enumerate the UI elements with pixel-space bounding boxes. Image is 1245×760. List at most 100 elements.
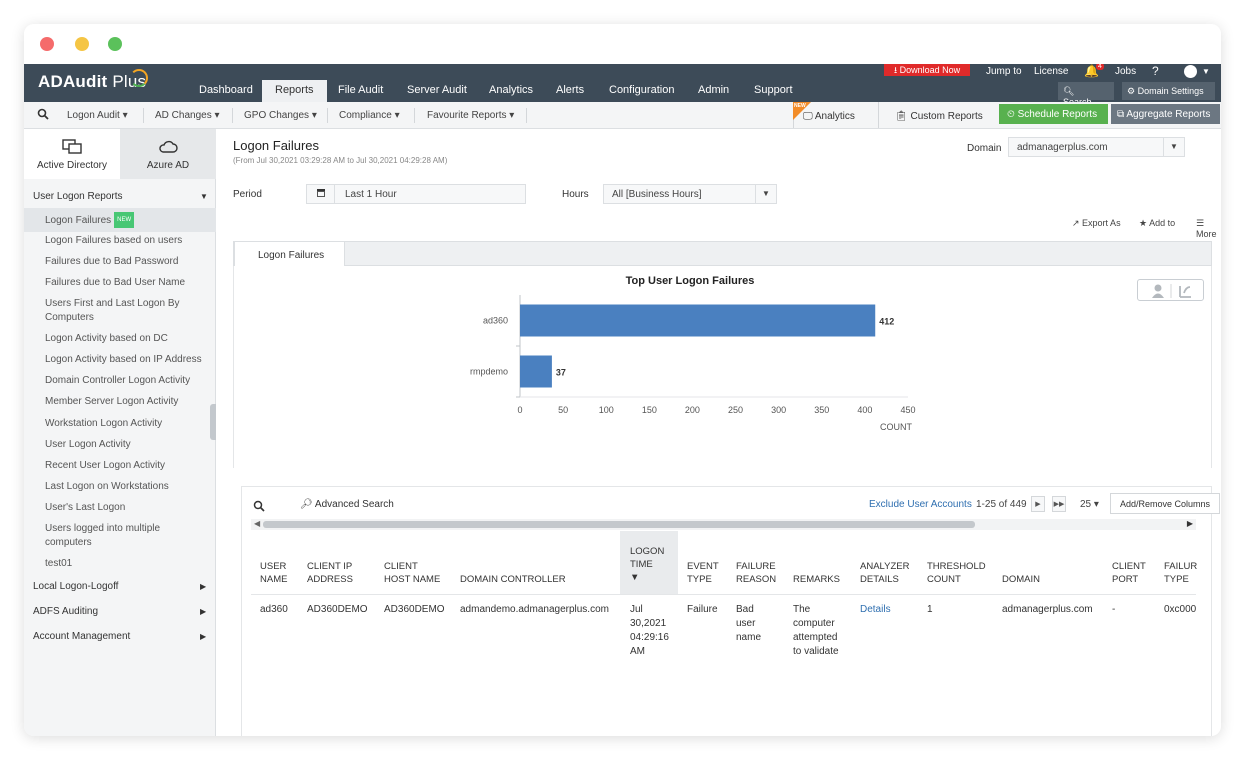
period-input[interactable]: Last 1 Hour [306,184,526,204]
submenu-favourite-reports[interactable]: Favourite Reports ▾ [427,110,514,121]
aggregate-reports-button[interactable]: ⧉ Aggregate Reports [1111,104,1220,124]
chart-x-tick-label: 100 [599,405,614,415]
help-icon[interactable]: ? [1152,64,1159,78]
col-client-port[interactable]: CLIENT PORT [1112,560,1146,586]
sidebar-item[interactable]: Logon Failures based on users [45,234,210,248]
chart-bar[interactable] [520,304,876,337]
sidebar-item-logon-failures[interactable]: Logon Failures NEW [24,208,216,232]
submenu-compliance[interactable]: Compliance ▾ [339,110,400,121]
scroll-thumb[interactable] [263,521,975,528]
col-domain-controller[interactable]: DOMAIN CONTROLLER [460,573,566,586]
domain-select[interactable]: admanagerplus.com ▼ [1008,137,1185,157]
nav-tab-dashboard[interactable]: Dashboard [199,84,253,96]
page-size-select[interactable]: 25 ▾ [1080,499,1099,510]
maximize-window-icon[interactable] [108,37,122,51]
scroll-left-icon[interactable]: ◀ [254,519,260,528]
tab-logon-failures[interactable]: Logon Failures [234,241,345,266]
col-failure-type[interactable]: FAILUR TYPE [1164,560,1197,586]
nav-tab-support[interactable]: Support [754,84,793,96]
col-user-name[interactable]: USER NAME [260,560,287,586]
exclude-user-accounts-link[interactable]: Exclude User Accounts [869,499,972,510]
jump-to-link[interactable]: Jump to [986,66,1022,77]
col-failure-reason[interactable]: FAILURE REASON [736,560,776,586]
col-threshold-count[interactable]: THRESHOLD COUNT [927,560,986,586]
calendar-icon[interactable] [307,185,335,203]
sidebar-item[interactable]: Last Logon on Workstations [45,480,210,494]
user-avatar-icon[interactable] [1184,65,1197,78]
search-icon[interactable] [37,108,49,120]
submenu-logon-audit[interactable]: Logon Audit ▾ [67,110,128,121]
hours-select[interactable]: All [Business Hours] ▼ [603,184,777,204]
nav-tab-alerts[interactable]: Alerts [556,84,584,96]
jobs-link[interactable]: Jobs [1115,66,1136,77]
sidebar-collapse-handle[interactable] [210,404,216,440]
tab-active-directory[interactable]: Active Directory [24,129,120,179]
col-domain[interactable]: DOMAIN [1002,573,1040,586]
export-as-button[interactable]: ↗ Export As [1072,218,1121,229]
scroll-right-icon[interactable]: ▶ [1187,519,1193,528]
sidebar-item[interactable]: test01 [45,557,210,571]
sidebar-item[interactable]: Logon Activity based on IP Address [45,353,210,367]
sidebar-item[interactable]: Recent User Logon Activity [45,459,210,473]
chevron-right-icon[interactable]: ▶ [200,607,206,616]
chevron-down-icon[interactable]: ▼ [1202,67,1210,76]
details-link[interactable]: Details [860,603,891,617]
sidebar-item[interactable]: User Logon Activity [45,438,210,452]
nav-tab-server-audit[interactable]: Server Audit [407,84,467,96]
tab-azure-ad[interactable]: Azure AD [120,129,216,179]
domain-settings-button[interactable]: ⚙ Domain Settings [1122,82,1215,100]
sidebar-section-account-management[interactable]: Account Management [33,631,130,642]
logo-arc-icon [130,69,148,87]
submenu-ad-changes[interactable]: AD Changes ▾ [155,110,220,121]
close-window-icon[interactable] [40,37,54,51]
sidebar-item[interactable]: Workstation Logon Activity [45,417,210,431]
more-button[interactable]: ☰ More [1196,218,1221,239]
nav-tab-file-audit[interactable]: File Audit [338,84,383,96]
sidebar-item[interactable]: Users logged into multiple computers [45,522,175,550]
nav-tab-reports[interactable]: Reports [262,80,327,102]
top-navbar: ADAudit Plus Dashboard Reports File Audi… [24,64,1221,107]
sidebar-section-user-logon[interactable]: User Logon Reports [33,191,123,202]
sidebar-item[interactable]: Users First and Last Logon By Computers [45,297,185,325]
chevron-down-icon[interactable]: ▼ [755,185,776,203]
col-event-type[interactable]: EVENT TYPE [687,560,719,586]
schedule-reports-button[interactable]: ⏲︎ Schedule Reports [999,104,1108,124]
chevron-right-icon[interactable]: ▶ [200,582,206,591]
col-logon-time[interactable]: LOGON TIME ▼ [630,545,664,584]
chart-bar[interactable] [520,355,552,388]
nav-tab-configuration[interactable]: Configuration [609,84,674,96]
col-client-ip[interactable]: CLIENT IP ADDRESS [307,560,353,586]
sort-desc-icon[interactable]: ▼ [630,572,639,583]
submenu-gpo-changes[interactable]: GPO Changes ▾ [244,110,317,121]
chart-view-toggle[interactable] [1137,279,1204,301]
horizontal-scrollbar[interactable]: ◀ ▶ [251,519,1196,530]
col-analyzer-details[interactable]: ANALYZER DETAILS [860,560,909,586]
license-link[interactable]: License [1034,66,1068,77]
chevron-right-icon[interactable]: ▶ [200,632,206,641]
advanced-search-button[interactable]: 🔎︎ Advanced Search [300,499,394,510]
nav-tab-analytics[interactable]: Analytics [489,84,533,96]
sidebar-section-local-logon[interactable]: Local Logon-Logoff [33,581,118,592]
top-search-button[interactable]: 🔍︎ Search... [1058,82,1114,107]
col-remarks[interactable]: REMARKS [793,573,840,586]
sidebar-item[interactable]: User's Last Logon [45,501,210,515]
col-client-host[interactable]: CLIENT HOST NAME [384,560,440,586]
page-title: Logon Failures [233,138,319,153]
sidebar-item[interactable]: Failures due to Bad Password [45,255,210,269]
chevron-down-icon[interactable]: ▼ [1163,138,1184,156]
next-page-button[interactable]: ▶ [1031,496,1045,512]
sidebar-item[interactable]: Domain Controller Logon Activity [45,374,210,388]
nav-tab-admin[interactable]: Admin [698,84,729,96]
section-expanded-icon[interactable]: ▼ [200,192,208,201]
sidebar-section-adfs[interactable]: ADFS Auditing [33,606,98,617]
custom-reports-button[interactable]: 📋︎ Custom Reports [878,102,996,128]
search-icon[interactable] [253,500,265,512]
add-remove-columns-button[interactable]: Add/Remove Columns [1110,493,1220,514]
minimize-window-icon[interactable] [75,37,89,51]
sidebar-item[interactable]: Logon Activity based on DC [45,332,210,346]
download-now-button[interactable]: ⭳ Download Now [884,64,971,76]
sidebar-item[interactable]: Failures due to Bad User Name [45,276,210,290]
last-page-button[interactable]: ▶▶ [1052,496,1066,512]
add-to-button[interactable]: ★ Add to [1139,218,1175,229]
sidebar-item[interactable]: Member Server Logon Activity [45,395,210,409]
